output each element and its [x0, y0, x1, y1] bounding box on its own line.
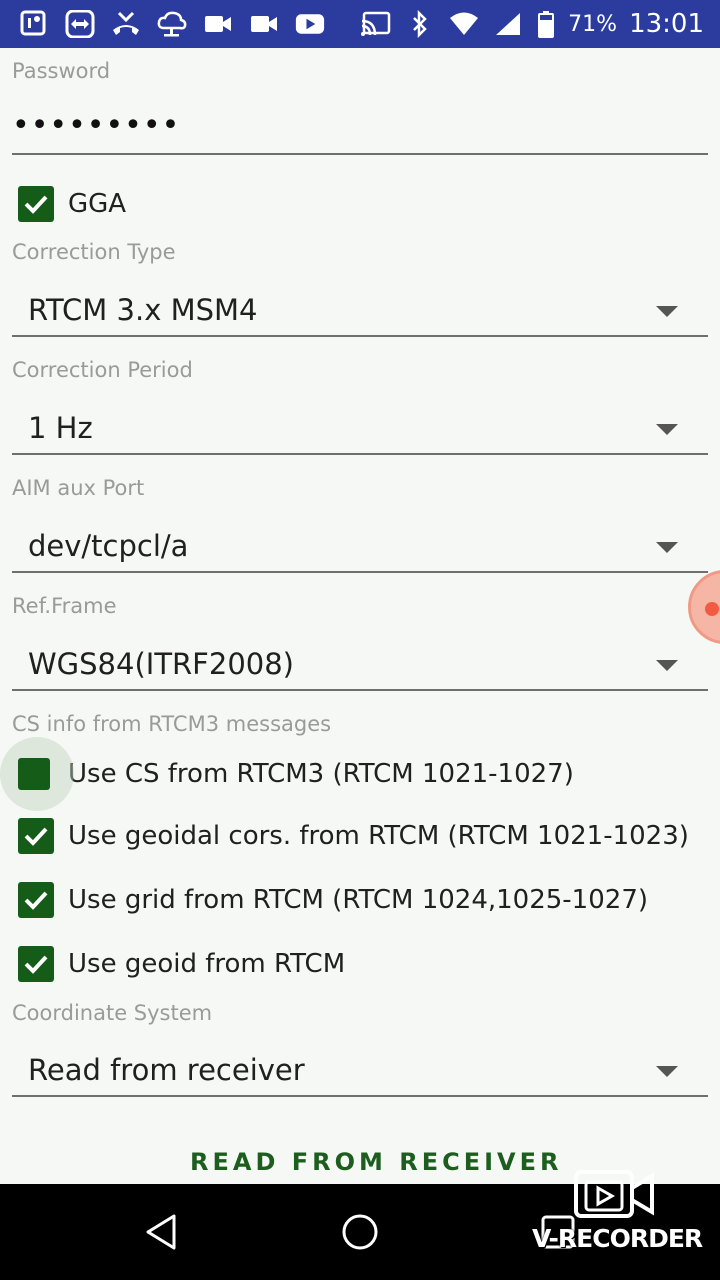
- gga-checkbox-row[interactable]: GGA: [18, 184, 126, 224]
- use-cs-label: Use CS from RTCM3 (RTCM 1021-1027): [68, 759, 574, 789]
- password-input[interactable]: •••••••••: [12, 108, 180, 143]
- password-underline: [12, 153, 708, 155]
- cast-icon: [360, 10, 392, 38]
- ref-frame-label: Ref.Frame: [12, 594, 117, 618]
- correction-period-dropdown-icon[interactable]: [656, 424, 678, 435]
- notification-icon: [18, 10, 50, 38]
- coordinate-system-dropdown-icon[interactable]: [656, 1066, 678, 1077]
- settings-form: Password ••••••••• GGA Correction Type R…: [0, 48, 720, 1184]
- aim-aux-port-select[interactable]: dev/tcpcl/a: [28, 529, 188, 563]
- ref-frame-underline: [12, 689, 708, 691]
- video-camera-icon: [574, 1170, 654, 1218]
- coordinate-system-underline: [12, 1095, 708, 1097]
- video-icon-2: [248, 10, 280, 38]
- use-grid-checkbox-row[interactable]: Use grid from RTCM (RTCM 1024,1025-1027): [18, 880, 648, 920]
- use-geoid-label: Use geoid from RTCM: [68, 949, 346, 979]
- home-icon[interactable]: [340, 1212, 380, 1252]
- correction-period-underline: [12, 453, 708, 455]
- recorder-watermark: V-RECORDER: [532, 1166, 712, 1266]
- correction-period-label: Correction Period: [12, 358, 193, 382]
- signal-icon: [492, 10, 524, 38]
- coordinate-system-select[interactable]: Read from receiver: [28, 1053, 305, 1087]
- correction-type-dropdown-icon[interactable]: [656, 306, 678, 317]
- gga-label: GGA: [68, 189, 127, 219]
- floating-record-handle[interactable]: [688, 570, 720, 644]
- aim-aux-port-dropdown-icon[interactable]: [656, 542, 678, 553]
- record-dot-icon: [705, 602, 719, 616]
- status-bar: 71% 13:01: [0, 0, 720, 48]
- teamviewer-icon: [64, 10, 96, 38]
- aim-aux-port-label: AIM aux Port: [12, 476, 145, 500]
- use-grid-checkbox[interactable]: [18, 882, 54, 918]
- correction-type-label: Correction Type: [12, 240, 176, 264]
- use-geoid-checkbox-row[interactable]: Use geoid from RTCM: [18, 944, 345, 984]
- battery-percentage: 71%: [568, 11, 618, 37]
- use-grid-label: Use grid from RTCM (RTCM 1024,1025-1027): [68, 885, 648, 915]
- ref-frame-select[interactable]: WGS84(ITRF2008): [28, 647, 294, 681]
- wifi-icon: [448, 10, 480, 38]
- youtube-icon: [294, 10, 326, 38]
- video-icon: [202, 10, 234, 38]
- read-from-receiver-button[interactable]: READ FROM RECEIVER: [190, 1148, 563, 1176]
- use-geoidal-cors-checkbox-row[interactable]: Use geoidal cors. from RTCM (RTCM 1021-1…: [18, 816, 689, 856]
- gga-checkbox[interactable]: [18, 186, 54, 222]
- phone-missed-icon: [110, 10, 142, 38]
- bluetooth-icon: [404, 10, 436, 38]
- use-geoidal-cors-label: Use geoidal cors. from RTCM (RTCM 1021-1…: [68, 821, 689, 851]
- ftp-icon: [156, 10, 188, 38]
- battery-icon: [536, 10, 556, 38]
- password-label: Password: [12, 59, 111, 83]
- aim-aux-port-underline: [12, 571, 708, 573]
- use-geoidal-cors-checkbox[interactable]: [18, 818, 54, 854]
- use-cs-checkbox[interactable]: [18, 758, 50, 790]
- correction-period-select[interactable]: 1 Hz: [28, 411, 93, 445]
- clock: 13:01: [629, 9, 704, 39]
- correction-type-underline: [12, 335, 708, 337]
- correction-type-select[interactable]: RTCM 3.x MSM4: [28, 293, 258, 327]
- coordinate-system-label: Coordinate System: [12, 1001, 213, 1025]
- back-icon[interactable]: [142, 1212, 182, 1252]
- ref-frame-dropdown-icon[interactable]: [656, 660, 678, 671]
- use-cs-checkbox-row[interactable]: Use CS from RTCM3 (RTCM 1021-1027): [0, 737, 574, 811]
- use-geoid-checkbox[interactable]: [18, 946, 54, 982]
- cs-info-label: CS info from RTCM3 messages: [12, 712, 332, 736]
- watermark-text: V-RECORDER: [532, 1224, 703, 1253]
